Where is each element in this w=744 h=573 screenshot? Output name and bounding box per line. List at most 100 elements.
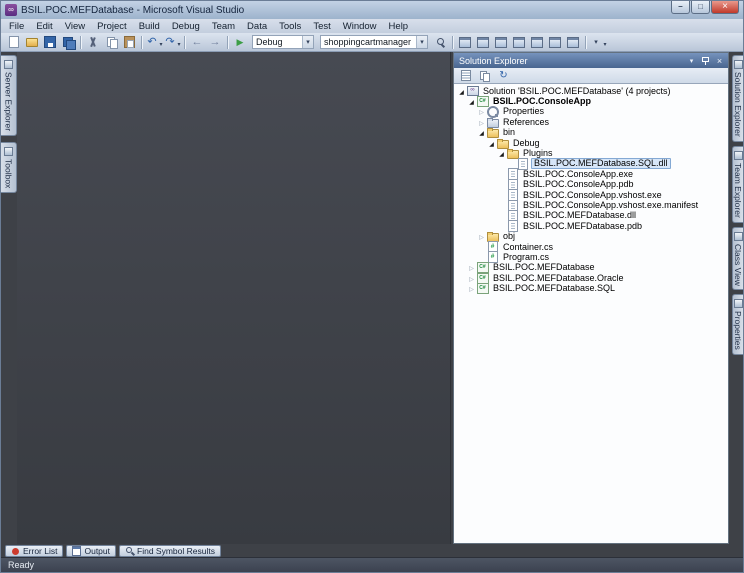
toolbar-options-button[interactable] (589, 34, 607, 50)
minimize-button[interactable] (671, 1, 690, 14)
undo-button[interactable] (145, 34, 163, 50)
tree-item[interactable]: BSIL.POC.MEFDatabase.SQL (454, 283, 728, 293)
new-item-icon (8, 36, 21, 49)
navigate-forward-button[interactable] (206, 34, 224, 50)
save-button[interactable] (41, 34, 59, 50)
find-button[interactable] (431, 34, 449, 50)
tree-item[interactable]: bin (454, 128, 728, 138)
tree-item[interactable]: Debug (454, 138, 728, 148)
toolbar: Debug shoppingcartmanager (1, 33, 743, 52)
properties-window-button[interactable] (492, 34, 510, 50)
tree-item[interactable]: BSIL.POC.ConsoleApp.vshost.exe (454, 190, 728, 200)
new-item-button[interactable] (5, 34, 23, 50)
dock-tab-label: Properties (733, 311, 743, 351)
expand-arrow-icon[interactable] (477, 107, 486, 116)
bottom-tab-find-symbol-results[interactable]: Find Symbol Results (119, 545, 221, 557)
auto-hide-icon[interactable] (699, 55, 712, 66)
dock-tab-class-view[interactable]: Class View (732, 226, 743, 291)
tree-item-label: obj (503, 231, 516, 242)
collapse-arrow-icon[interactable] (487, 139, 496, 148)
solution-explorer-icon (733, 60, 743, 69)
find-combo[interactable]: shoppingcartmanager (320, 35, 428, 49)
dock-tab-server-explorer[interactable]: Server Explorer (1, 55, 17, 137)
navigate-back-button[interactable] (188, 34, 206, 50)
save-all-button[interactable] (59, 34, 77, 50)
menu-debug[interactable]: Debug (166, 20, 206, 33)
bottom-tab-output[interactable]: Output (66, 545, 117, 557)
copy-button[interactable] (102, 34, 120, 50)
collapse-arrow-icon[interactable] (457, 87, 466, 96)
refresh-button[interactable] (496, 69, 511, 82)
status-bar: Ready (1, 557, 743, 572)
collapse-arrow-icon[interactable] (477, 128, 486, 137)
team-explorer-icon (477, 36, 490, 49)
close-button[interactable] (711, 1, 739, 14)
error-list-window-button[interactable] (528, 34, 546, 50)
tree-item[interactable]: BSIL.POC.MEFDatabase.dll (454, 211, 728, 221)
tree-item[interactable]: References (454, 117, 728, 127)
open-file-button[interactable] (23, 34, 41, 50)
redo-button[interactable] (163, 34, 181, 50)
dock-tab-properties[interactable]: Properties (732, 294, 743, 356)
tree-item-label: BSIL.POC.ConsoleApp.pdb (523, 179, 634, 190)
chevron-down-icon[interactable] (416, 36, 427, 48)
maximize-button[interactable] (691, 1, 710, 14)
expand-arrow-icon[interactable] (467, 263, 476, 272)
tree-item[interactable]: Solution 'BSIL.POC.MEFDatabase' (4 proje… (454, 86, 728, 96)
solution-explorer-header[interactable]: Solution Explorer (454, 53, 728, 68)
bottom-tab-error-list[interactable]: Error List (5, 545, 64, 557)
collapse-arrow-icon[interactable] (497, 149, 506, 158)
window-position-icon[interactable] (685, 55, 698, 66)
tree-item[interactable]: BSIL.POC.ConsoleApp (454, 96, 728, 106)
expand-arrow-icon[interactable] (477, 232, 486, 241)
toolbox-icon (4, 147, 13, 157)
tree-item[interactable]: BSIL.POC.ConsoleApp.pdb (454, 180, 728, 190)
menu-build[interactable]: Build (133, 20, 166, 33)
properties-button[interactable] (458, 69, 473, 82)
tree-item[interactable]: BSIL.POC.MEFDatabase.pdb (454, 221, 728, 231)
tree-item[interactable]: BSIL.POC.ConsoleApp.exe (454, 169, 728, 179)
expand-arrow-icon[interactable] (467, 274, 476, 283)
tree-item[interactable]: Properties (454, 107, 728, 118)
tree-item[interactable]: BSIL.POC.MEFDatabase.SQL.dll (454, 158, 728, 170)
menu-edit[interactable]: Edit (30, 20, 58, 33)
tree-item[interactable]: BSIL.POC.ConsoleApp.vshost.exe.manifest (454, 200, 728, 210)
output-window-button[interactable] (546, 34, 564, 50)
tree-item[interactable]: Plugins (454, 148, 728, 158)
expand-arrow-icon[interactable] (467, 284, 476, 293)
dock-tab-toolbox[interactable]: Toolbox (1, 142, 17, 194)
menu-tools[interactable]: Tools (273, 20, 307, 33)
cs-file-icon (486, 252, 499, 263)
dock-tab-label: Server Explorer (3, 72, 14, 132)
dock-tab-team-explorer[interactable]: Team Explorer (732, 145, 743, 223)
editor-area (17, 52, 451, 544)
undo-icon (145, 36, 158, 49)
solution-explorer-button[interactable] (456, 34, 474, 50)
paste-button[interactable] (120, 34, 138, 50)
menu-team[interactable]: Team (206, 20, 241, 33)
show-all-files-button[interactable] (477, 69, 492, 82)
menu-test[interactable]: Test (307, 20, 336, 33)
menu-help[interactable]: Help (383, 20, 415, 33)
start-debug-button[interactable] (231, 34, 249, 50)
project-icon (476, 96, 489, 107)
expand-arrow-icon[interactable] (477, 118, 486, 127)
collapse-arrow-icon[interactable] (467, 97, 476, 106)
close-icon[interactable] (713, 55, 726, 66)
tree-item[interactable]: Program.cs (454, 252, 728, 262)
tree-item[interactable]: BSIL.POC.MEFDatabase.Oracle (454, 273, 728, 283)
chevron-down-icon[interactable] (302, 36, 313, 48)
menu-window[interactable]: Window (337, 20, 383, 33)
cut-button[interactable] (84, 34, 102, 50)
menu-project[interactable]: Project (91, 20, 133, 33)
team-explorer-button[interactable] (474, 34, 492, 50)
solution-configuration-combo[interactable]: Debug (252, 35, 314, 49)
menu-file[interactable]: File (3, 20, 30, 33)
start-page-button[interactable] (564, 34, 582, 50)
menu-data[interactable]: Data (241, 20, 273, 33)
bottom-tab-label: Find Symbol Results (137, 546, 215, 556)
object-browser-button[interactable] (510, 34, 528, 50)
dock-tab-solution-explorer[interactable]: Solution Explorer (732, 55, 743, 142)
menu-view[interactable]: View (59, 20, 91, 33)
tree-item[interactable]: BSIL.POC.MEFDatabase (454, 263, 728, 273)
